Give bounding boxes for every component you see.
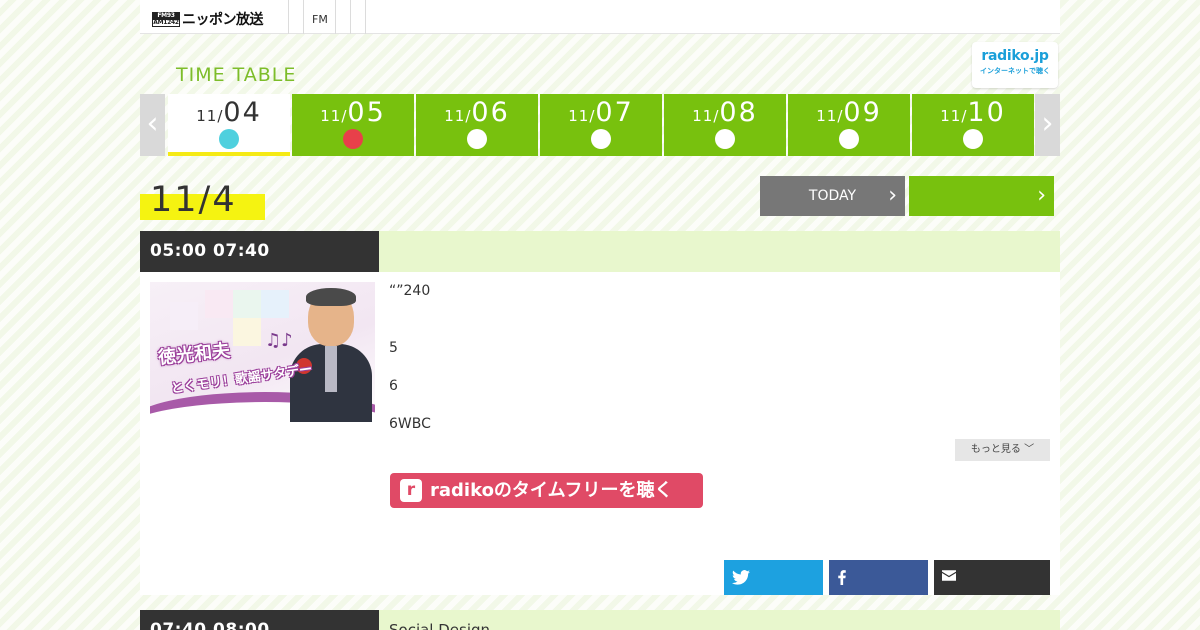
twitter-icon [732, 570, 750, 585]
radiko-logo-icon: r [400, 479, 422, 502]
date-tab-1104[interactable]: 11/04 [168, 94, 290, 156]
thumbnail-title: 徳光和夫 [157, 340, 232, 369]
program-title: Social Design [389, 621, 491, 630]
date-tab-label: 11/07 [540, 97, 662, 128]
date-tab-month: 11/ [940, 107, 968, 125]
logo-text: ニッポン放送 [182, 12, 264, 28]
header-divider [288, 0, 289, 34]
logo-frequency-badge: FM93 AM1242 [152, 11, 180, 27]
date-tab-1109[interactable]: 11/09 [788, 94, 910, 156]
share-twitter-button[interactable] [724, 560, 823, 595]
date-tab-month: 11/ [568, 107, 596, 125]
date-tab-month: 11/ [444, 107, 472, 125]
today-button-label: TODAY [808, 188, 857, 204]
date-tab-month: 11/ [196, 107, 224, 125]
date-tab-day: 05 [347, 97, 386, 128]
description-line: 6WBC [389, 416, 431, 432]
date-tabs: ‹ 11/04 11/05 11/06 11/07 11/08 11/09 11… [140, 94, 1060, 156]
date-tab-label: 11/04 [168, 97, 290, 128]
date-tab-label: 11/05 [292, 97, 414, 128]
timetable-title: TIME TABLE [176, 64, 297, 86]
date-tab-label: 11/08 [664, 97, 786, 128]
logo-fm-frequency: FM93 [152, 11, 180, 19]
thumbnail-decor [233, 318, 261, 346]
next-day-button[interactable]: › [909, 176, 1054, 216]
station-logo[interactable]: FM93 AM1242 ニッポン放送 [152, 11, 264, 28]
date-tab-dot [715, 129, 735, 149]
header-divider [365, 0, 366, 34]
radiko-timefree-label: radikoのタイムフリーを聴く [430, 480, 673, 501]
facebook-icon [838, 570, 846, 585]
program-time: 07:40 08:00 [140, 610, 379, 630]
date-tab-dot [343, 129, 363, 149]
thumbnail-decor [205, 290, 233, 318]
date-tab-1108[interactable]: 11/08 [664, 94, 786, 156]
mail-icon [942, 570, 956, 581]
radiko-badge-subtitle: インターネットで聴く [980, 67, 1050, 75]
nav-fm[interactable]: FM [312, 13, 328, 26]
logo-am-frequency: AM1242 [152, 18, 180, 27]
more-button[interactable]: もっと見る ﹀ [955, 439, 1050, 461]
date-tab-month: 11/ [816, 107, 844, 125]
description-line: “”240 [389, 283, 431, 299]
date-tab-dot [467, 129, 487, 149]
radiko-badge-title: radiko.jp [981, 48, 1049, 64]
share-facebook-button[interactable] [829, 560, 928, 595]
thumbnail-person-hair [306, 288, 356, 306]
date-tab-label: 11/09 [788, 97, 910, 128]
date-prev-button[interactable]: ‹ [140, 94, 165, 156]
header-divider [350, 0, 351, 34]
program-header[interactable]: 05:00 07:40 [140, 231, 1060, 272]
description-line: 5 [389, 340, 398, 356]
date-tab-day: 04 [223, 97, 262, 128]
date-tab-dot [219, 129, 239, 149]
date-tab-dot [839, 129, 859, 149]
date-next-button[interactable]: › [1035, 94, 1060, 156]
program-time: 05:00 07:40 [140, 231, 379, 272]
thumbnail-decor [170, 302, 198, 330]
share-mail-button[interactable] [934, 560, 1050, 595]
music-note-icon: ♫♪ [265, 330, 293, 351]
site-header: FM93 AM1242 ニッポン放送 FM [140, 0, 1060, 34]
date-tab-day: 09 [843, 97, 882, 128]
thumbnail-decor [261, 290, 289, 318]
program-thumbnail[interactable]: ♫♪ 徳光和夫 とくモリ！歌謡サタデー [150, 282, 375, 422]
date-tab-1110[interactable]: 11/10 [912, 94, 1034, 156]
chevron-right-icon: › [1037, 183, 1046, 208]
day-title-text: 11/4 [150, 180, 237, 220]
date-tab-month: 11/ [320, 107, 348, 125]
date-tab-dot [591, 129, 611, 149]
date-tab-1106[interactable]: 11/06 [416, 94, 538, 156]
radiko-badge[interactable]: radiko.jp インターネットで聴く [972, 42, 1058, 88]
date-tab-day: 10 [967, 97, 1006, 128]
date-tab-label: 11/06 [416, 97, 538, 128]
today-button[interactable]: TODAY › [760, 176, 905, 216]
program-detail: ♫♪ 徳光和夫 とくモリ！歌謡サタデー “”240 5 6 6WBC もっと見る… [140, 272, 1060, 595]
date-tab-label: 11/10 [912, 97, 1034, 128]
date-tab-day: 08 [719, 97, 758, 128]
date-tab-1105[interactable]: 11/05 [292, 94, 414, 156]
header-divider [303, 0, 304, 34]
date-tab-day: 06 [471, 97, 510, 128]
description-line: 6 [389, 378, 398, 394]
thumbnail-decor [233, 290, 261, 318]
date-tab-dot [963, 129, 983, 149]
date-tab-1107[interactable]: 11/07 [540, 94, 662, 156]
program-header[interactable]: 07:40 08:00 Social Design [140, 610, 1060, 630]
radiko-timefree-button[interactable]: r radikoのタイムフリーを聴く [390, 473, 703, 508]
page: FM93 AM1242 ニッポン放送 FM radiko.jp インターネットで… [140, 0, 1060, 630]
date-tab-month: 11/ [692, 107, 720, 125]
header-divider [335, 0, 336, 34]
chevron-right-icon: › [888, 183, 897, 208]
day-title: 11/4 [140, 180, 265, 220]
thumbnail-person-tie [325, 346, 337, 392]
date-tab-day: 07 [595, 97, 634, 128]
